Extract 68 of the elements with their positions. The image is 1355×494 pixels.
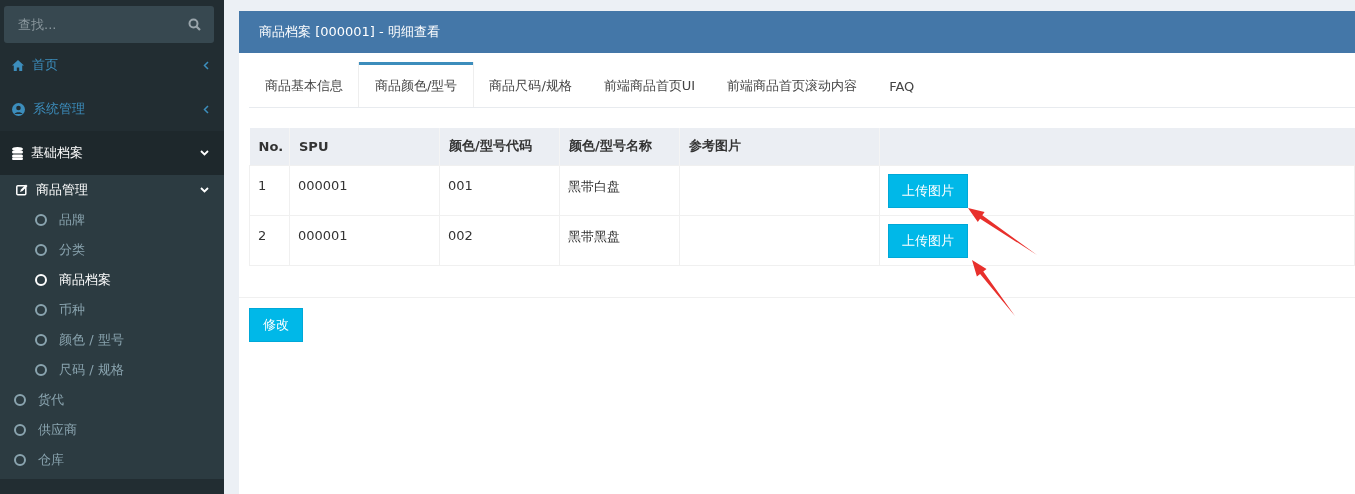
chevron-down-icon (200, 150, 209, 156)
edit-icon (16, 184, 28, 196)
circle-icon (35, 304, 47, 316)
menu-label: 分类 (59, 241, 85, 259)
table-cell: 000001 (289, 165, 440, 215)
menu-label: 货代 (38, 391, 64, 409)
tab[interactable]: 商品基本信息 (249, 62, 359, 107)
table-cell: 001 (439, 165, 560, 215)
column-header: 颜色/型号名称 (559, 128, 680, 165)
column-header: SPU (289, 128, 440, 165)
circle-icon (35, 274, 47, 286)
column-header: 参考图片 (679, 128, 880, 165)
tab[interactable]: 前端商品首页滚动内容 (711, 62, 874, 107)
upload-button[interactable]: 上传图片 (888, 173, 968, 208)
database-icon (12, 146, 23, 160)
menu-label: 仓库 (38, 451, 64, 469)
table-cell: 000001 (289, 215, 440, 265)
menu-item[interactable]: 品牌 (0, 205, 224, 235)
table-cell: 黑带黑盘 (559, 215, 680, 265)
table-cell: 黑带白盘 (559, 165, 680, 215)
tab[interactable]: 前端商品首页UI (587, 62, 712, 107)
circle-icon (14, 454, 26, 466)
menu-item[interactable]: 系统管理 (0, 87, 224, 131)
menu-label: 币种 (59, 301, 85, 319)
user-icon (12, 102, 25, 116)
circle-icon (14, 424, 26, 436)
menu-item[interactable]: 仓库 (0, 445, 224, 475)
menu-label: 商品管理 (36, 181, 89, 199)
menu-item[interactable]: 基础档案 (0, 131, 224, 175)
circle-icon (35, 364, 47, 376)
circle-icon (35, 334, 47, 346)
circle-icon (35, 214, 47, 226)
chevron-left-icon (203, 104, 209, 114)
menu-item[interactable]: 货代 (0, 385, 224, 415)
menu-label: 品牌 (59, 211, 85, 229)
menu-label: 商品档案 (59, 271, 111, 289)
column-header: No. (249, 128, 290, 165)
search-field[interactable]: 查找... (4, 6, 214, 43)
menu-item[interactable]: 尺码 / 规格 (0, 355, 224, 385)
menu-label: 颜色 / 型号 (59, 331, 124, 349)
menu-item[interactable]: 颜色 / 型号 (0, 325, 224, 355)
menu-item[interactable]: 币种 (0, 295, 224, 325)
table-cell: 002 (439, 215, 560, 265)
circle-icon (14, 394, 26, 406)
home-icon (12, 59, 24, 71)
menu-label: 首页 (32, 56, 59, 74)
menu-label: 基础档案 (31, 144, 84, 162)
menu-label: 尺码 / 规格 (59, 361, 124, 379)
chevron-down-icon (200, 187, 209, 193)
column-header: 颜色/型号代码 (439, 128, 560, 165)
panel-title: 商品档案 [000001] - 明细查看 (259, 23, 440, 41)
menu-item[interactable]: 分类 (0, 235, 224, 265)
edit-button[interactable]: 修改 (249, 307, 303, 342)
tab[interactable]: FAQ (873, 62, 931, 107)
search-icon (188, 18, 201, 31)
tab[interactable]: 商品尺码/规格 (473, 62, 588, 107)
menu-label: 系统管理 (33, 100, 86, 118)
chevron-left-icon (203, 60, 209, 70)
tab[interactable]: 商品颜色/型号 (359, 62, 474, 107)
circle-icon (35, 244, 47, 256)
menu-item[interactable]: 供应商 (0, 415, 224, 445)
table-cell: 2 (249, 215, 290, 265)
upload-button[interactable]: 上传图片 (888, 223, 968, 258)
menu-item[interactable]: 商品档案 (0, 265, 224, 295)
menu-item[interactable]: 首页 (0, 43, 224, 87)
table-cell: 1 (249, 165, 290, 215)
menu-label: 供应商 (38, 421, 77, 439)
menu-item[interactable]: 商品管理 (0, 175, 224, 205)
